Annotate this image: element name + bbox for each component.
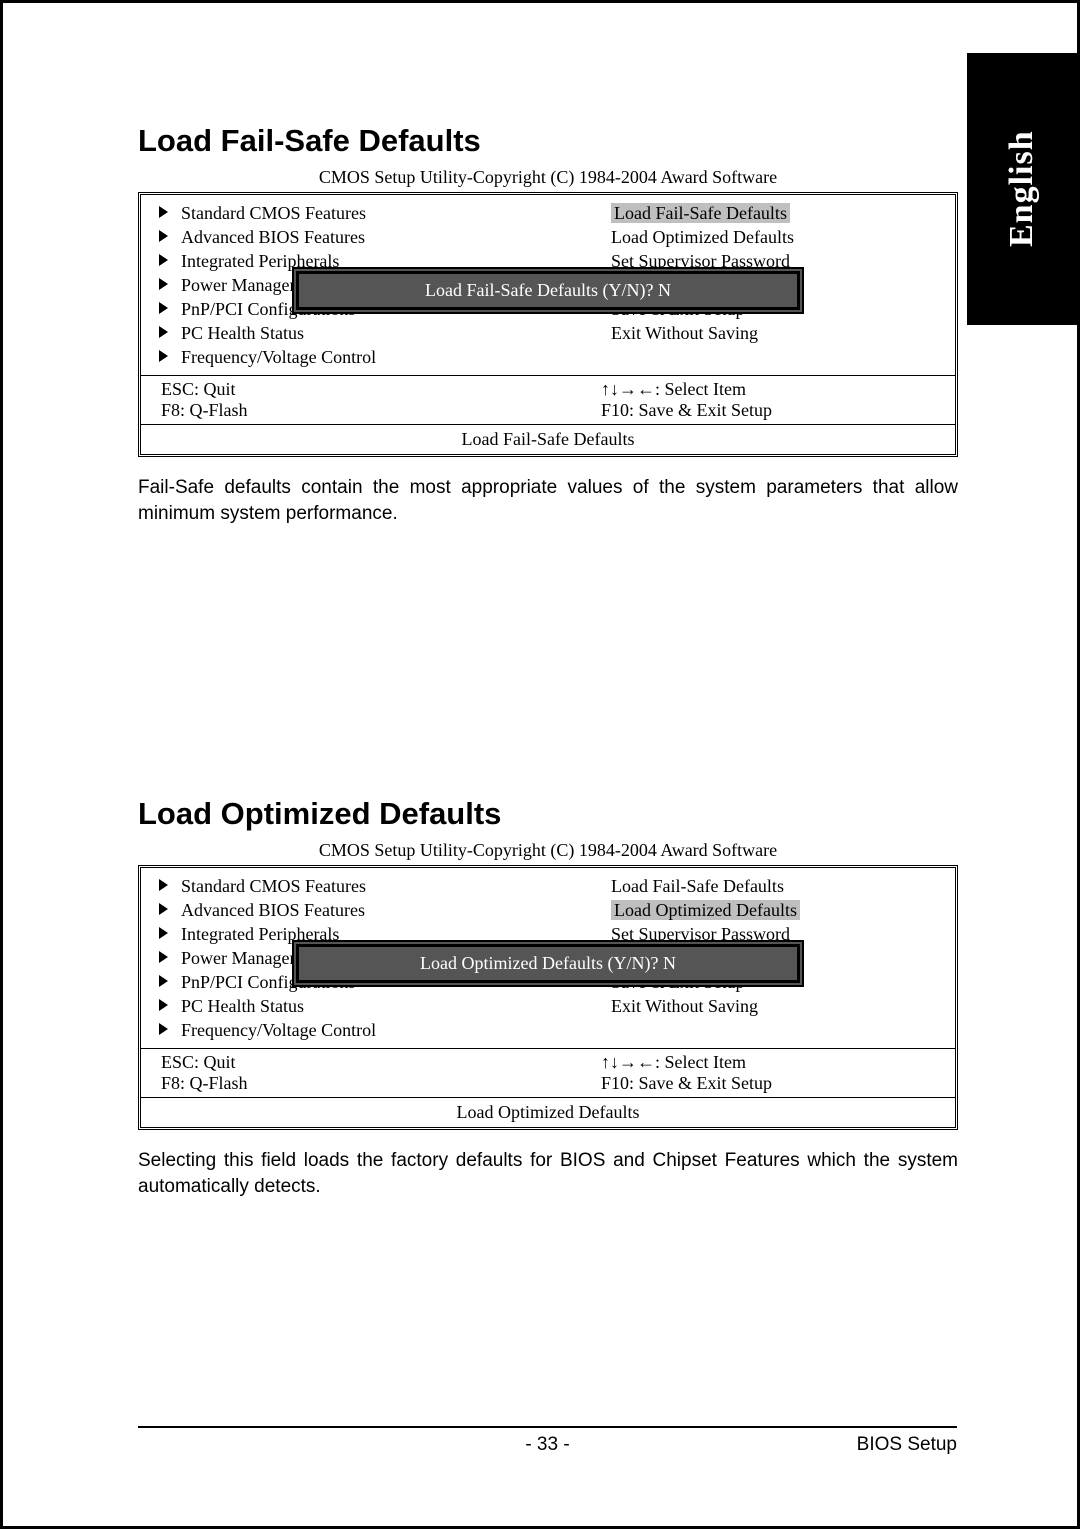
menu-item[interactable]: PC Health Status (181, 321, 571, 345)
menu-item[interactable]: Advanced BIOS Features (181, 225, 571, 249)
chevron-right-icon (159, 1023, 168, 1035)
bios-footer-text: Load Fail-Safe Defaults (141, 424, 955, 454)
menu-label: Exit Without Saving (611, 323, 758, 343)
menu-item[interactable]: PC Health Status (181, 994, 571, 1018)
section-heading-failsafe: Load Fail-Safe Defaults (138, 123, 958, 159)
section-description: Fail-Safe defaults contain the most appr… (138, 475, 958, 526)
menu-item-highlighted[interactable]: Load Optimized Defaults (611, 898, 955, 922)
key-hint-f8: F8: Q-Flash (161, 400, 571, 421)
chevron-right-icon (159, 278, 168, 290)
bios-caption: CMOS Setup Utility-Copyright (C) 1984-20… (138, 167, 958, 188)
chevron-right-icon (159, 879, 168, 891)
menu-label: Integrated Peripherals (181, 924, 339, 944)
chevron-right-icon (159, 254, 168, 266)
menu-label: Integrated Peripherals (181, 251, 339, 271)
menu-label: PC Health Status (181, 996, 304, 1016)
menu-item[interactable]: Exit Without Saving (611, 994, 955, 1018)
menu-label: Standard CMOS Features (181, 876, 366, 896)
menu-item[interactable]: Load Optimized Defaults (611, 225, 955, 249)
menu-item[interactable]: Frequency/Voltage Control (181, 1018, 571, 1042)
menu-item-highlighted[interactable]: Load Fail-Safe Defaults (611, 201, 955, 225)
page-number: - 33 - (338, 1434, 757, 1456)
chevron-right-icon (159, 903, 168, 915)
content-area: Load Fail-Safe Defaults CMOS Setup Utili… (138, 123, 958, 1200)
menu-label: Advanced BIOS Features (181, 900, 365, 920)
chevron-right-icon (159, 951, 168, 963)
page-footer: - 33 - BIOS Setup (138, 1426, 957, 1456)
menu-label: PC Health Status (181, 323, 304, 343)
menu-label: Load Optimized Defaults (611, 900, 800, 920)
menu-label: Exit Without Saving (611, 996, 758, 1016)
menu-item[interactable]: Set Supervisor Password (611, 922, 955, 946)
chevron-right-icon (159, 230, 168, 242)
menu-item[interactable]: Frequency/Voltage Control (181, 345, 571, 369)
menu-item[interactable]: Exit Without Saving (611, 321, 955, 345)
menu-label: Standard CMOS Features (181, 203, 366, 223)
menu-item[interactable]: Integrated Peripherals (181, 922, 571, 946)
bios-footer-text: Load Optimized Defaults (141, 1097, 955, 1127)
chevron-right-icon (159, 975, 168, 987)
bios-box-optimized: Standard CMOS Features Advanced BIOS Fea… (138, 865, 958, 1130)
key-hint-esc: ESC: Quit (161, 1052, 571, 1073)
menu-label: Advanced BIOS Features (181, 227, 365, 247)
language-tab: English (967, 53, 1077, 325)
page-footer-label: BIOS Setup (757, 1434, 957, 1456)
chevron-right-icon (159, 326, 168, 338)
key-hint-f10: F10: Save & Exit Setup (601, 1073, 955, 1094)
menu-label: Load Optimized Defaults (611, 227, 794, 247)
chevron-right-icon (159, 927, 168, 939)
menu-item[interactable]: Integrated Peripherals (181, 249, 571, 273)
key-hint-select: ↑↓→←: Select Item (601, 379, 955, 400)
key-hint-select: ↑↓→←: Select Item (601, 1052, 955, 1073)
chevron-right-icon (159, 350, 168, 362)
section-heading-optimized: Load Optimized Defaults (138, 796, 958, 832)
chevron-right-icon (159, 302, 168, 314)
chevron-right-icon (159, 999, 168, 1011)
confirm-dialog[interactable]: Load Optimized Defaults (Y/N)? N (296, 944, 800, 983)
menu-label: Load Fail-Safe Defaults (611, 876, 784, 896)
menu-label: Load Fail-Safe Defaults (611, 203, 790, 223)
menu-label: Frequency/Voltage Control (181, 1020, 376, 1040)
menu-item[interactable]: Standard CMOS Features (181, 874, 571, 898)
page: English Load Fail-Safe Defaults CMOS Set… (0, 0, 1080, 1529)
keys-bar: ESC: Quit F8: Q-Flash ↑↓→←: Select Item … (141, 375, 955, 424)
chevron-right-icon (159, 206, 168, 218)
key-hint-esc: ESC: Quit (161, 379, 571, 400)
menu-label: Set Supervisor Password (611, 924, 790, 944)
menu-item[interactable]: Advanced BIOS Features (181, 898, 571, 922)
menu-item[interactable]: Standard CMOS Features (181, 201, 571, 225)
confirm-dialog[interactable]: Load Fail-Safe Defaults (Y/N)? N (296, 271, 800, 310)
keys-bar: ESC: Quit F8: Q-Flash ↑↓→←: Select Item … (141, 1048, 955, 1097)
bios-box-failsafe: Standard CMOS Features Advanced BIOS Fea… (138, 192, 958, 457)
section-description: Selecting this field loads the factory d… (138, 1148, 958, 1199)
key-hint-f10: F10: Save & Exit Setup (601, 400, 955, 421)
menu-item[interactable]: Set Supervisor Password (611, 249, 955, 273)
bios-caption: CMOS Setup Utility-Copyright (C) 1984-20… (138, 840, 958, 861)
menu-item[interactable]: Load Fail-Safe Defaults (611, 874, 955, 898)
menu-label: Frequency/Voltage Control (181, 347, 376, 367)
menu-label: Set Supervisor Password (611, 251, 790, 271)
key-hint-f8: F8: Q-Flash (161, 1073, 571, 1094)
